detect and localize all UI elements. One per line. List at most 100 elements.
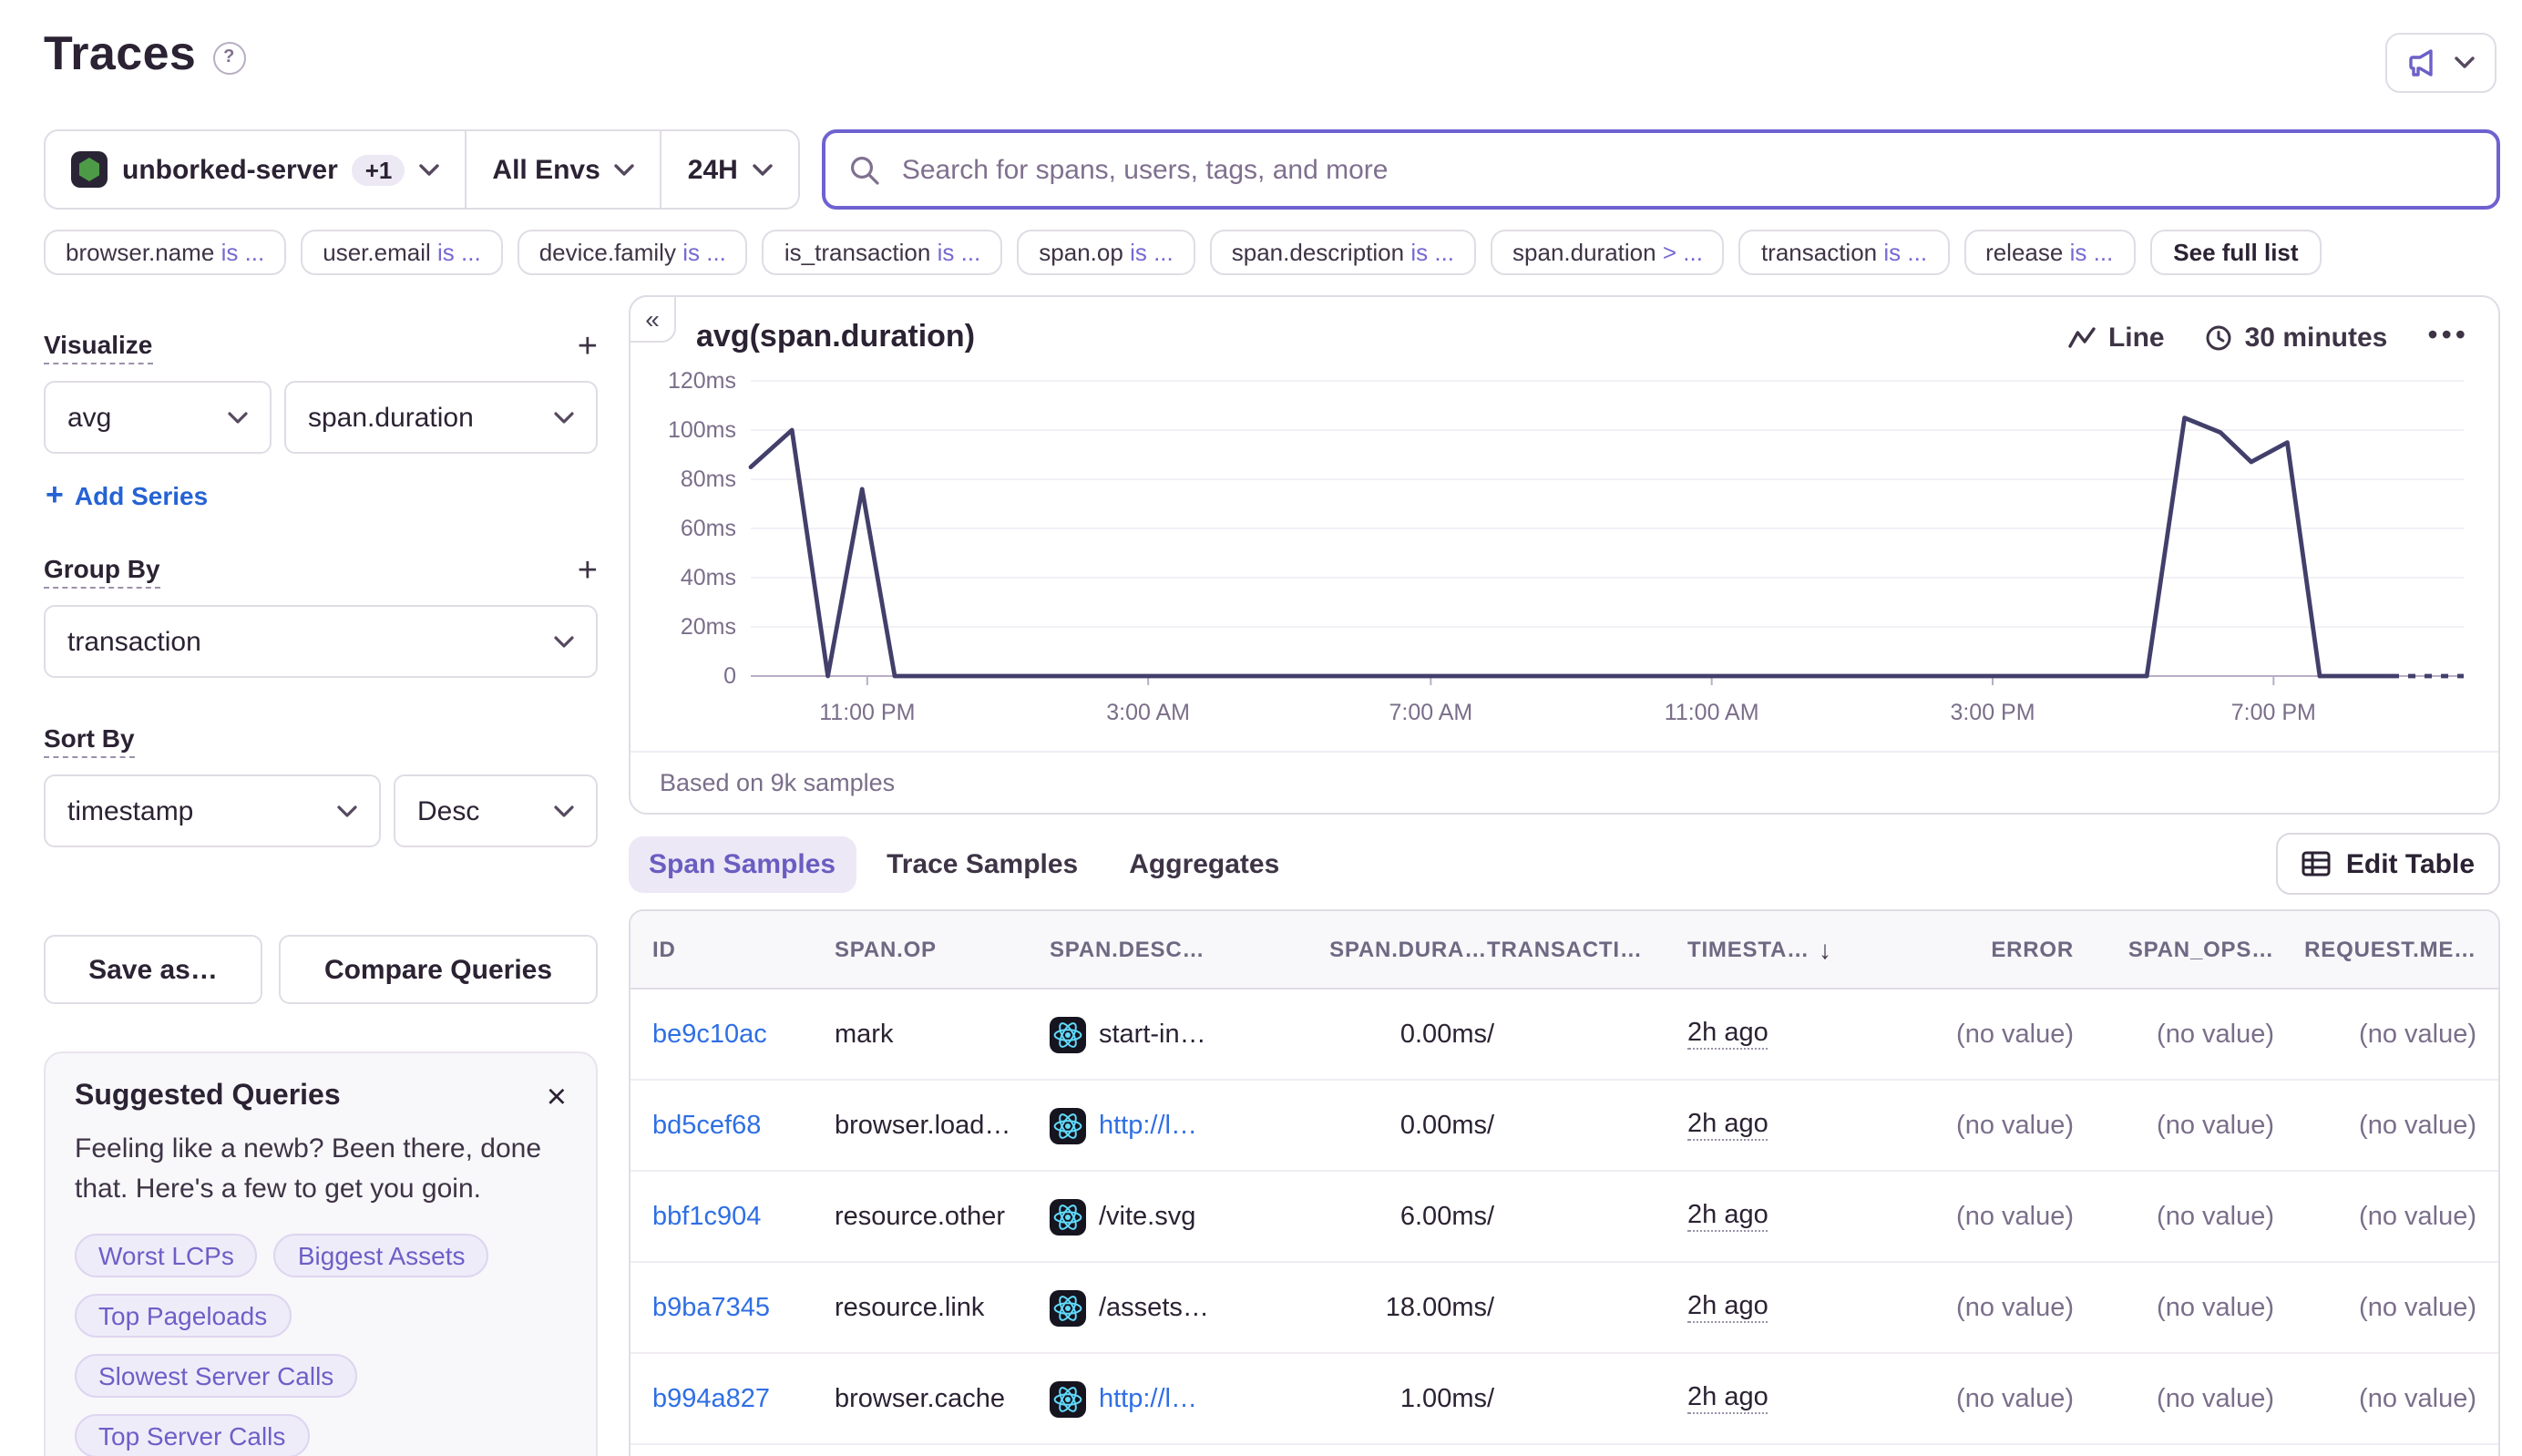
- table-row[interactable]: bd5cef68browser.load…http://l…0.00ms/2h …: [630, 1081, 2498, 1172]
- filter-chip-is_transaction[interactable]: is_transaction is ...: [763, 230, 1002, 275]
- cell-span-description[interactable]: /vite.svg: [1050, 1198, 1290, 1235]
- column-header-transacti-[interactable]: TRANSACTI…: [1487, 937, 1687, 962]
- cell-timestamp[interactable]: 2h ago: [1687, 1383, 1892, 1414]
- results-tabs-row: Span SamplesTrace SamplesAggregates Edit…: [629, 833, 2500, 895]
- suggested-query-pill[interactable]: Slowest Server Calls: [75, 1353, 357, 1397]
- cell-span-description[interactable]: start-in…: [1050, 1016, 1290, 1052]
- cell-request-method: (no value): [2274, 1111, 2476, 1140]
- visualize-label: Visualize: [44, 330, 152, 364]
- aggregate-value: avg: [67, 402, 111, 433]
- span-description-text[interactable]: http://l…: [1099, 1384, 1197, 1413]
- search-input[interactable]: [898, 152, 2473, 187]
- cell-span-duration: 18.00ms: [1290, 1293, 1487, 1322]
- span-description-text[interactable]: http://l…: [1099, 1111, 1197, 1140]
- cell-timestamp[interactable]: 2h ago: [1687, 1019, 1892, 1050]
- tab-span-samples[interactable]: Span Samples: [629, 836, 856, 892]
- suggested-query-pill[interactable]: Biggest Assets: [274, 1233, 489, 1277]
- group-by-select[interactable]: transaction: [44, 605, 598, 678]
- chart-panel: « avg(span.duration) Line 30 minutes •••: [629, 295, 2500, 815]
- chart-interval-control[interactable]: 30 minutes: [2205, 322, 2388, 353]
- environment-selector[interactable]: All Envs: [465, 131, 660, 208]
- add-visualize-icon[interactable]: +: [578, 330, 598, 364]
- close-icon[interactable]: ×: [547, 1081, 567, 1115]
- suggested-query-pill[interactable]: Top Pageloads: [75, 1293, 291, 1337]
- chart-type-control[interactable]: Line: [2068, 322, 2165, 353]
- cell-span-id[interactable]: b9ba7345: [652, 1293, 835, 1322]
- filter-chip-device.family[interactable]: device.family is ...: [518, 230, 748, 275]
- help-icon[interactable]: ?: [212, 41, 245, 74]
- filter-bar: unborked-server +1 All Envs 24H: [44, 129, 2500, 210]
- table-row[interactable]: b9ba7345resource.link/assets…18.00ms/2h …: [630, 1263, 2498, 1354]
- cell-span-duration: 0.00ms: [1290, 1020, 1487, 1049]
- suggested-query-pill[interactable]: Worst LCPs: [75, 1233, 258, 1277]
- react-platform-icon: [1050, 1198, 1086, 1235]
- cell-span-id[interactable]: be9c10ac: [652, 1020, 835, 1049]
- cell-span-ops: (no value): [2074, 1111, 2274, 1140]
- cell-span-op: mark: [835, 1020, 1050, 1049]
- filter-chip-span.description[interactable]: span.description is ...: [1210, 230, 1476, 275]
- cell-span-id[interactable]: bbf1c904: [652, 1202, 835, 1231]
- time-range-selector[interactable]: 24H: [661, 131, 798, 208]
- filter-chip-browser.name[interactable]: browser.name is ...: [44, 230, 286, 275]
- feedback-button[interactable]: [2385, 33, 2496, 93]
- add-group-by-icon[interactable]: +: [578, 554, 598, 589]
- chevron-down-icon: [554, 805, 574, 817]
- filter-chip-release[interactable]: release is ...: [1963, 230, 2135, 275]
- add-series-button[interactable]: + Add Series: [46, 477, 598, 514]
- span-description-text: /vite.svg: [1099, 1202, 1195, 1231]
- filter-chip-transaction[interactable]: transaction is ...: [1739, 230, 1949, 275]
- chart-more-menu[interactable]: •••: [2427, 321, 2469, 354]
- project-selector[interactable]: unborked-server +1: [46, 131, 465, 208]
- cell-span-duration: 1.00ms: [1290, 1384, 1487, 1413]
- cell-timestamp[interactable]: 2h ago: [1687, 1292, 1892, 1323]
- sort-direction-select[interactable]: Desc: [394, 774, 598, 847]
- column-header-span-ops-[interactable]: SPAN_OPS…: [2074, 937, 2274, 962]
- filter-chip-span.op[interactable]: span.op is ...: [1017, 230, 1194, 275]
- screen: Traces ? unborked-server +1 All Env: [0, 0, 2522, 1456]
- save-as-button[interactable]: Save as…: [44, 935, 262, 1004]
- column-header-timesta-[interactable]: TIMESTA…↓: [1687, 935, 1892, 964]
- table-row[interactable]: bbf1c904resource.other/vite.svg6.00ms/2h…: [630, 1172, 2498, 1263]
- tab-trace-samples[interactable]: Trace Samples: [866, 836, 1098, 892]
- compare-queries-button[interactable]: Compare Queries: [279, 935, 598, 1004]
- chart-sample-note: Based on 9k samples: [630, 751, 2498, 813]
- edit-table-button[interactable]: Edit Table: [2277, 833, 2500, 895]
- suggested-queries-panel: Suggested Queries × Feeling like a newb?…: [44, 1051, 598, 1456]
- column-header-error[interactable]: ERROR: [1892, 937, 2074, 962]
- see-full-list-button[interactable]: See full list: [2149, 230, 2322, 275]
- column-header-span-dura-[interactable]: SPAN.DURA…: [1290, 937, 1487, 962]
- chart-title: avg(span.duration): [696, 319, 975, 355]
- cell-span-id[interactable]: bd5cef68: [652, 1111, 835, 1140]
- cell-request-method: (no value): [2274, 1293, 2476, 1322]
- cell-timestamp[interactable]: 2h ago: [1687, 1201, 1892, 1232]
- column-header-request-me-[interactable]: REQUEST.ME…: [2274, 937, 2476, 962]
- svg-text:3:00 PM: 3:00 PM: [1950, 700, 2035, 725]
- column-header-span-op[interactable]: SPAN.OP: [835, 937, 1050, 962]
- top-bar: Traces ?: [0, 0, 2522, 93]
- cell-transaction: /: [1487, 1020, 1687, 1049]
- svg-text:7:00 AM: 7:00 AM: [1389, 700, 1472, 725]
- table-row[interactable]: be9c10acmarkstart-in…0.00ms/2h ago(no va…: [630, 989, 2498, 1081]
- cell-span-description[interactable]: /assets…: [1050, 1289, 1290, 1326]
- cell-span-id[interactable]: b994a827: [652, 1384, 835, 1413]
- filter-chip-user.email[interactable]: user.email is ...: [301, 230, 502, 275]
- field-select[interactable]: span.duration: [284, 381, 598, 454]
- filter-chip-span.duration[interactable]: span.duration > ...: [1491, 230, 1725, 275]
- cell-error: (no value): [1892, 1111, 2074, 1140]
- chevron-down-icon: [228, 411, 248, 424]
- cell-span-description[interactable]: http://l…: [1050, 1380, 1290, 1417]
- column-header-span-desc-[interactable]: SPAN.DESC…: [1050, 937, 1290, 962]
- table-row[interactable]: b994a827browser.cachehttp://l…1.00ms/2h …: [630, 1354, 2498, 1445]
- cell-span-description[interactable]: http://l…: [1050, 1107, 1290, 1143]
- cell-span-op: browser.load…: [835, 1111, 1050, 1140]
- sort-field-select[interactable]: timestamp: [44, 774, 381, 847]
- node-project-icon: [71, 151, 108, 188]
- column-header-id[interactable]: ID: [652, 937, 835, 962]
- tab-aggregates[interactable]: Aggregates: [1109, 836, 1299, 892]
- collapse-sidebar-button[interactable]: «: [629, 295, 676, 343]
- table-row[interactable]: b5bac9fdhttp.clientGET htt…378.00ms/2h a…: [630, 1445, 2498, 1456]
- suggested-query-pill[interactable]: Top Server Calls: [75, 1413, 309, 1456]
- cell-timestamp[interactable]: 2h ago: [1687, 1110, 1892, 1141]
- aggregate-select[interactable]: avg: [44, 381, 272, 454]
- chip-key: release: [1985, 239, 2063, 266]
